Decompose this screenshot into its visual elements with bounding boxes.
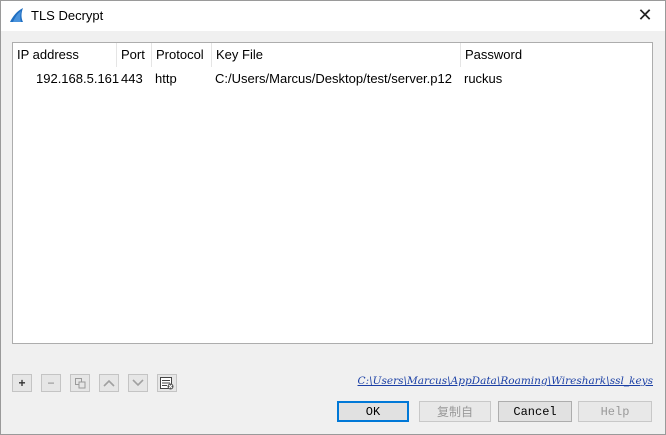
help-button[interactable]: Help: [578, 401, 652, 422]
table-header: IP address Port Protocol Key File Passwo…: [13, 43, 652, 67]
clear-table-icon: [160, 376, 174, 389]
tls-decrypt-dialog: TLS Decrypt ✕ IP address Port Protocol K…: [0, 0, 666, 435]
plus-icon: +: [18, 376, 26, 390]
table-row[interactable]: 192.168.5.161 443 http C:/Users/Marcus/D…: [13, 68, 652, 90]
cancel-button[interactable]: Cancel: [498, 401, 572, 422]
cell-ip-address[interactable]: 192.168.5.161: [36, 68, 119, 90]
tls-keys-table[interactable]: IP address Port Protocol Key File Passwo…: [12, 42, 653, 344]
close-icon: ✕: [637, 4, 653, 25]
add-entry-button[interactable]: +: [12, 374, 32, 392]
column-header-protocol[interactable]: Protocol: [152, 43, 212, 67]
column-header-ip-address[interactable]: IP address: [13, 43, 117, 67]
copy-icon: [74, 377, 85, 388]
chevron-down-icon: [132, 379, 144, 387]
copy-from-button[interactable]: 复制自: [419, 401, 491, 422]
cell-password[interactable]: ruckus: [464, 68, 502, 90]
cell-protocol[interactable]: http: [155, 68, 177, 90]
move-up-button[interactable]: [99, 374, 119, 392]
close-button[interactable]: ✕: [631, 3, 659, 27]
remove-entry-button[interactable]: −: [41, 374, 61, 392]
title-bar: TLS Decrypt ✕: [1, 1, 665, 31]
column-header-key-file[interactable]: Key File: [212, 43, 461, 67]
column-header-port[interactable]: Port: [117, 43, 152, 67]
ok-button[interactable]: OK: [337, 401, 409, 422]
cell-key-file[interactable]: C:/Users/Marcus/Desktop/test/server.p12: [215, 68, 452, 90]
copy-entry-button[interactable]: [70, 374, 90, 392]
ssl-keys-path-link[interactable]: C:\Users\Marcus\AppData\Roaming\Wireshar…: [358, 375, 653, 387]
clear-entries-button[interactable]: [157, 374, 177, 392]
cell-port[interactable]: 443: [121, 68, 143, 90]
minus-icon: −: [47, 376, 55, 390]
move-down-button[interactable]: [128, 374, 148, 392]
window-title: TLS Decrypt: [31, 8, 104, 23]
chevron-up-icon: [103, 379, 115, 387]
column-header-password[interactable]: Password: [461, 43, 652, 67]
wireshark-fin-icon: [10, 8, 23, 22]
